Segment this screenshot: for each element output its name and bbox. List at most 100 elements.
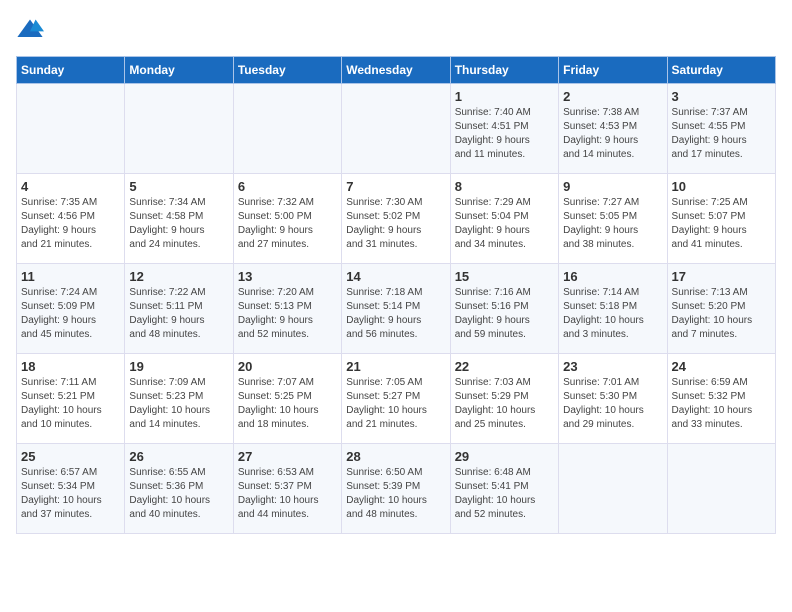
- day-number: 26: [129, 449, 228, 464]
- day-number: 5: [129, 179, 228, 194]
- day-number: 13: [238, 269, 337, 284]
- day-number: 22: [455, 359, 554, 374]
- day-number: 2: [563, 89, 662, 104]
- week-row-5: 25 Sunrise: 6:57 AM Sunset: 5:34 PM Dayli…: [17, 444, 776, 534]
- calendar-cell: 23 Sunrise: 7:01 AM Sunset: 5:30 PM Dayli…: [559, 354, 667, 444]
- logo-icon: [16, 16, 44, 44]
- day-info: Sunrise: 7:40 AM Sunset: 4:51 PM Dayligh…: [455, 106, 554, 162]
- calendar-cell: 12Sunrise: 7:22 AM Sunset: 5:11 PM Dayli…: [125, 264, 233, 354]
- day-number: 21: [346, 359, 445, 374]
- day-number: 7: [346, 179, 445, 194]
- header-wednesday: Wednesday: [342, 57, 450, 84]
- calendar-header-row: SundayMondayTuesdayWednesdayThursdayFrid…: [17, 57, 776, 84]
- day-info: Sunrise: 7:07 AM Sunset: 5:25 PM Dayligh…: [238, 376, 337, 432]
- day-number: 18: [21, 359, 120, 374]
- calendar-cell: 13 Sunrise: 7:20 AM Sunset: 5:13 PM Dayli…: [233, 264, 341, 354]
- day-info: Sunrise: 7:38 AM Sunset: 4:53 PM Dayligh…: [563, 106, 662, 162]
- day-info: Sunrise: 7:24 AM Sunset: 5:09 PM Dayligh…: [21, 286, 120, 342]
- page-header: [16, 16, 776, 44]
- calendar-cell: 17Sunrise: 7:13 AM Sunset: 5:20 PM Dayli…: [667, 264, 775, 354]
- calendar-cell: 1 Sunrise: 7:40 AM Sunset: 4:51 PM Daylig…: [450, 84, 558, 174]
- day-info: Sunrise: 7:27 AM Sunset: 5:05 PM Dayligh…: [563, 196, 662, 252]
- day-number: 28: [346, 449, 445, 464]
- calendar-cell: [17, 84, 125, 174]
- day-info: Sunrise: 7:11 AM Sunset: 5:21 PM Dayligh…: [21, 376, 120, 432]
- calendar-cell: 8 Sunrise: 7:29 AM Sunset: 5:04 PM Daylig…: [450, 174, 558, 264]
- day-number: 11: [21, 269, 120, 284]
- day-number: 14: [346, 269, 445, 284]
- calendar-cell: 7 Sunrise: 7:30 AM Sunset: 5:02 PM Daylig…: [342, 174, 450, 264]
- day-info: Sunrise: 7:01 AM Sunset: 5:30 PM Dayligh…: [563, 376, 662, 432]
- day-info: Sunrise: 7:32 AM Sunset: 5:00 PM Dayligh…: [238, 196, 337, 252]
- day-info: Sunrise: 6:55 AM Sunset: 5:36 PM Dayligh…: [129, 466, 228, 522]
- day-number: 25: [21, 449, 120, 464]
- day-number: 10: [672, 179, 771, 194]
- calendar-cell: 21 Sunrise: 7:05 AM Sunset: 5:27 PM Dayli…: [342, 354, 450, 444]
- calendar-cell: 19Sunrise: 7:09 AM Sunset: 5:23 PM Dayli…: [125, 354, 233, 444]
- day-number: 29: [455, 449, 554, 464]
- day-number: 16: [563, 269, 662, 284]
- calendar-cell: 5 Sunrise: 7:34 AM Sunset: 4:58 PM Daylig…: [125, 174, 233, 264]
- calendar-cell: [667, 444, 775, 534]
- day-number: 8: [455, 179, 554, 194]
- day-info: Sunrise: 7:05 AM Sunset: 5:27 PM Dayligh…: [346, 376, 445, 432]
- header-sunday: Sunday: [17, 57, 125, 84]
- day-number: 3: [672, 89, 771, 104]
- day-number: 20: [238, 359, 337, 374]
- day-number: 4: [21, 179, 120, 194]
- day-number: 23: [563, 359, 662, 374]
- calendar-cell: [559, 444, 667, 534]
- day-number: 1: [455, 89, 554, 104]
- calendar-cell: 29 Sunrise: 6:48 AM Sunset: 5:41 PM Dayli…: [450, 444, 558, 534]
- day-info: Sunrise: 7:09 AM Sunset: 5:23 PM Dayligh…: [129, 376, 228, 432]
- calendar-cell: 14 Sunrise: 7:18 AM Sunset: 5:14 PM Dayli…: [342, 264, 450, 354]
- week-row-2: 4 Sunrise: 7:35 AM Sunset: 4:56 PM Daylig…: [17, 174, 776, 264]
- day-info: Sunrise: 6:48 AM Sunset: 5:41 PM Dayligh…: [455, 466, 554, 522]
- calendar-cell: 10Sunrise: 7:25 AM Sunset: 5:07 PM Dayli…: [667, 174, 775, 264]
- calendar-cell: 6 Sunrise: 7:32 AM Sunset: 5:00 PM Daylig…: [233, 174, 341, 264]
- calendar-cell: 25 Sunrise: 6:57 AM Sunset: 5:34 PM Dayli…: [17, 444, 125, 534]
- day-number: 24: [672, 359, 771, 374]
- header-saturday: Saturday: [667, 57, 775, 84]
- calendar-cell: 11 Sunrise: 7:24 AM Sunset: 5:09 PM Dayli…: [17, 264, 125, 354]
- day-info: Sunrise: 6:57 AM Sunset: 5:34 PM Dayligh…: [21, 466, 120, 522]
- day-info: Sunrise: 7:20 AM Sunset: 5:13 PM Dayligh…: [238, 286, 337, 342]
- day-info: Sunrise: 7:03 AM Sunset: 5:29 PM Dayligh…: [455, 376, 554, 432]
- day-info: Sunrise: 6:53 AM Sunset: 5:37 PM Dayligh…: [238, 466, 337, 522]
- calendar-cell: [125, 84, 233, 174]
- calendar-cell: [342, 84, 450, 174]
- header-friday: Friday: [559, 57, 667, 84]
- day-info: Sunrise: 7:30 AM Sunset: 5:02 PM Dayligh…: [346, 196, 445, 252]
- header-tuesday: Tuesday: [233, 57, 341, 84]
- calendar-table: SundayMondayTuesdayWednesdayThursdayFrid…: [16, 56, 776, 534]
- day-number: 9: [563, 179, 662, 194]
- day-info: Sunrise: 7:37 AM Sunset: 4:55 PM Dayligh…: [672, 106, 771, 162]
- calendar-cell: 15 Sunrise: 7:16 AM Sunset: 5:16 PM Dayli…: [450, 264, 558, 354]
- week-row-1: 1 Sunrise: 7:40 AM Sunset: 4:51 PM Daylig…: [17, 84, 776, 174]
- calendar-cell: 24Sunrise: 6:59 AM Sunset: 5:32 PM Dayli…: [667, 354, 775, 444]
- day-number: 27: [238, 449, 337, 464]
- calendar-cell: 2 Sunrise: 7:38 AM Sunset: 4:53 PM Daylig…: [559, 84, 667, 174]
- calendar-cell: 18 Sunrise: 7:11 AM Sunset: 5:21 PM Dayli…: [17, 354, 125, 444]
- day-info: Sunrise: 7:34 AM Sunset: 4:58 PM Dayligh…: [129, 196, 228, 252]
- calendar-cell: 3 Sunrise: 7:37 AM Sunset: 4:55 PM Daylig…: [667, 84, 775, 174]
- day-info: Sunrise: 7:14 AM Sunset: 5:18 PM Dayligh…: [563, 286, 662, 342]
- day-info: Sunrise: 7:16 AM Sunset: 5:16 PM Dayligh…: [455, 286, 554, 342]
- calendar-cell: 27 Sunrise: 6:53 AM Sunset: 5:37 PM Dayli…: [233, 444, 341, 534]
- week-row-4: 18 Sunrise: 7:11 AM Sunset: 5:21 PM Dayli…: [17, 354, 776, 444]
- calendar-cell: 20 Sunrise: 7:07 AM Sunset: 5:25 PM Dayli…: [233, 354, 341, 444]
- day-info: Sunrise: 7:29 AM Sunset: 5:04 PM Dayligh…: [455, 196, 554, 252]
- day-number: 6: [238, 179, 337, 194]
- day-info: Sunrise: 7:35 AM Sunset: 4:56 PM Dayligh…: [21, 196, 120, 252]
- logo: [16, 16, 48, 44]
- calendar-cell: 26 Sunrise: 6:55 AM Sunset: 5:36 PM Dayli…: [125, 444, 233, 534]
- header-thursday: Thursday: [450, 57, 558, 84]
- calendar-cell: 4 Sunrise: 7:35 AM Sunset: 4:56 PM Daylig…: [17, 174, 125, 264]
- week-row-3: 11 Sunrise: 7:24 AM Sunset: 5:09 PM Dayli…: [17, 264, 776, 354]
- day-number: 15: [455, 269, 554, 284]
- calendar-cell: 16 Sunrise: 7:14 AM Sunset: 5:18 PM Dayli…: [559, 264, 667, 354]
- day-info: Sunrise: 7:22 AM Sunset: 5:11 PM Dayligh…: [129, 286, 228, 342]
- day-info: Sunrise: 7:18 AM Sunset: 5:14 PM Dayligh…: [346, 286, 445, 342]
- calendar-cell: 9 Sunrise: 7:27 AM Sunset: 5:05 PM Daylig…: [559, 174, 667, 264]
- calendar-cell: 22 Sunrise: 7:03 AM Sunset: 5:29 PM Dayli…: [450, 354, 558, 444]
